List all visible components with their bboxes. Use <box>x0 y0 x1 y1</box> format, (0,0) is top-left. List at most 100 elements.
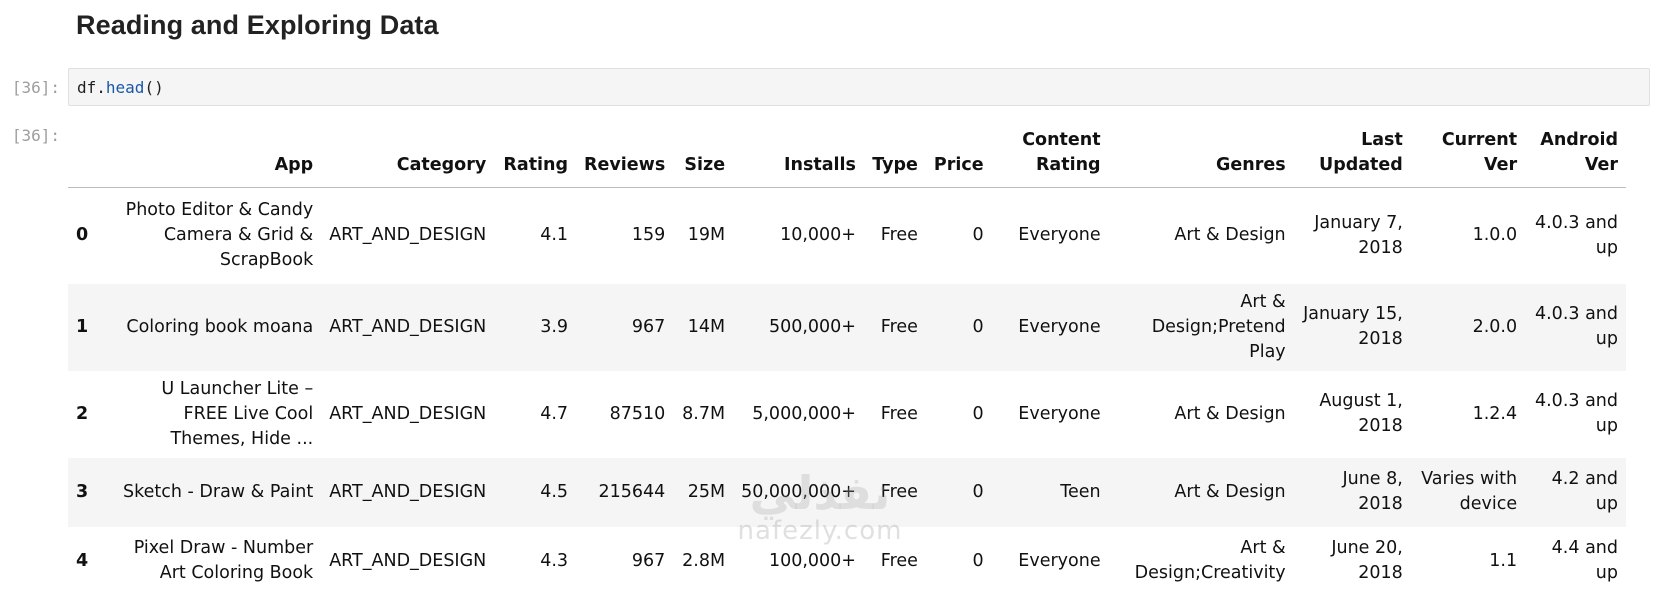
column-header: Type <box>863 120 926 188</box>
table-cell: 1.1 <box>1489 550 1518 571</box>
table-cell: 3.9 <box>540 316 569 337</box>
table-cell: 4.0.3 and up <box>1534 212 1618 258</box>
table-cell: Everyone <box>1018 316 1101 337</box>
code-parens: () <box>144 78 164 97</box>
row-index: 3 <box>76 481 89 502</box>
table-cell: Art & Design;Creativity <box>1134 538 1286 583</box>
table-cell: 0 <box>972 225 984 246</box>
table-cell: Everyone <box>1018 403 1101 424</box>
dataframe-table: App Category Rating Reviews Size Install… <box>68 120 1626 596</box>
table-cell: Art & Design <box>1174 225 1286 246</box>
column-header: Price <box>925 120 992 188</box>
table-cell: 500,000+ <box>768 316 856 337</box>
row-index: 2 <box>76 403 89 424</box>
code-object: df <box>77 78 97 97</box>
column-header: Last Updated <box>1293 120 1411 188</box>
table-cell: 14M <box>687 316 726 337</box>
table-cell: Teen <box>1060 481 1101 502</box>
table-cell: 50,000,000+ <box>741 481 856 502</box>
table-cell: 87510 <box>609 403 666 424</box>
table-cell: Pixel Draw - Number Art Coloring Book <box>133 538 314 583</box>
table-cell: ART_AND_DESIGN <box>329 403 487 424</box>
row-index: 1 <box>76 316 89 337</box>
code-function: head <box>105 78 145 97</box>
table-cell: ART_AND_DESIGN <box>329 481 487 502</box>
table-cell: Varies with device <box>1421 469 1518 514</box>
output-prompt: [36]: <box>11 126 60 145</box>
table-cell: 2.0.0 <box>1472 316 1518 337</box>
table-cell: 159 <box>631 225 666 246</box>
table-row: 4 Pixel Draw - Number Art Coloring Book … <box>68 527 1626 596</box>
table-cell: ART_AND_DESIGN <box>329 316 487 337</box>
code-dot: . <box>96 78 106 97</box>
table-cell: Coloring book moana <box>126 316 314 337</box>
table-cell: 967 <box>631 316 666 337</box>
table-cell: Art & Design <box>1174 403 1286 424</box>
table-cell: 5,000,000+ <box>752 403 856 424</box>
input-prompt: [36]: <box>11 78 60 97</box>
table-cell: 4.3 <box>540 550 569 571</box>
table-cell: U Launcher Lite – FREE Live Cool Themes,… <box>161 378 314 449</box>
table-cell: Art & Design <box>1174 481 1286 502</box>
table-cell: January 7, 2018 <box>1314 212 1403 258</box>
column-header: Genres <box>1108 120 1294 188</box>
column-header: Size <box>673 120 734 188</box>
table-cell: Free <box>880 481 918 502</box>
table-cell: Everyone <box>1018 550 1101 571</box>
output-area: App Category Rating Reviews Size Install… <box>68 120 1626 596</box>
table-cell: 1.0.0 <box>1472 225 1518 246</box>
table-row: 0 Photo Editor & Candy Camera & Grid & S… <box>68 188 1626 284</box>
table-cell: Free <box>880 316 918 337</box>
table-row: 3 Sketch - Draw & Paint ART_AND_DESIGN 4… <box>68 457 1626 527</box>
table-cell: 967 <box>631 550 666 571</box>
table-cell: 19M <box>687 225 726 246</box>
table-header-row: App Category Rating Reviews Size Install… <box>68 120 1626 188</box>
table-cell: 4.2 and up <box>1551 469 1618 514</box>
table-cell: 215644 <box>598 481 666 502</box>
table-cell: 0 <box>972 550 984 571</box>
column-header: Content Rating <box>991 120 1109 188</box>
table-cell: 4.0.3 and up <box>1534 391 1618 436</box>
table-cell: Photo Editor & Candy Camera & Grid & Scr… <box>125 200 314 271</box>
code-cell[interactable]: df.head() <box>68 68 1650 106</box>
table-cell: 1.2.4 <box>1472 403 1518 424</box>
table-cell: Free <box>880 550 918 571</box>
table-cell: 4.5 <box>540 481 569 502</box>
table-cell: 4.1 <box>540 225 569 246</box>
index-header <box>68 120 109 188</box>
table-cell: June 20, 2018 <box>1331 538 1403 583</box>
table-cell: 4.0.3 and up <box>1534 304 1618 349</box>
table-cell: 10,000+ <box>780 225 856 246</box>
column-header: App <box>108 120 322 188</box>
table-cell: 4.4 and up <box>1551 538 1618 583</box>
table-cell: Free <box>880 225 918 246</box>
column-header: Category <box>321 120 495 188</box>
table-cell: August 1, 2018 <box>1319 391 1403 436</box>
column-header: Rating <box>494 120 577 188</box>
table-cell: 4.7 <box>540 403 569 424</box>
column-header: Installs <box>733 120 864 188</box>
section-heading: Reading and Exploring Data <box>76 10 439 40</box>
table-cell: Sketch - Draw & Paint <box>123 481 314 502</box>
table-cell: Everyone <box>1018 225 1101 246</box>
table-cell: ART_AND_DESIGN <box>329 550 487 571</box>
row-index: 4 <box>76 550 89 571</box>
column-header: Reviews <box>576 120 674 188</box>
table-row: 2 U Launcher Lite – FREE Live Cool Theme… <box>68 371 1626 458</box>
table-cell: 100,000+ <box>768 550 856 571</box>
table-cell: Art & Design;Pretend Play <box>1151 291 1286 362</box>
table-cell: 0 <box>972 316 984 337</box>
column-header: Current Ver <box>1410 120 1526 188</box>
table-cell: 0 <box>972 481 984 502</box>
table-cell: ART_AND_DESIGN <box>329 225 487 246</box>
table-cell: January 15, 2018 <box>1303 304 1403 349</box>
table-cell: June 8, 2018 <box>1342 469 1403 514</box>
table-cell: 2.8M <box>682 550 726 571</box>
table-cell: 0 <box>972 403 984 424</box>
table-row: 1 Coloring book moana ART_AND_DESIGN 3.9… <box>68 283 1626 371</box>
row-index: 0 <box>76 225 89 246</box>
table-cell: 25M <box>687 481 726 502</box>
column-header: Android Ver <box>1525 120 1626 188</box>
table-cell: Free <box>880 403 918 424</box>
table-cell: 8.7M <box>682 403 726 424</box>
